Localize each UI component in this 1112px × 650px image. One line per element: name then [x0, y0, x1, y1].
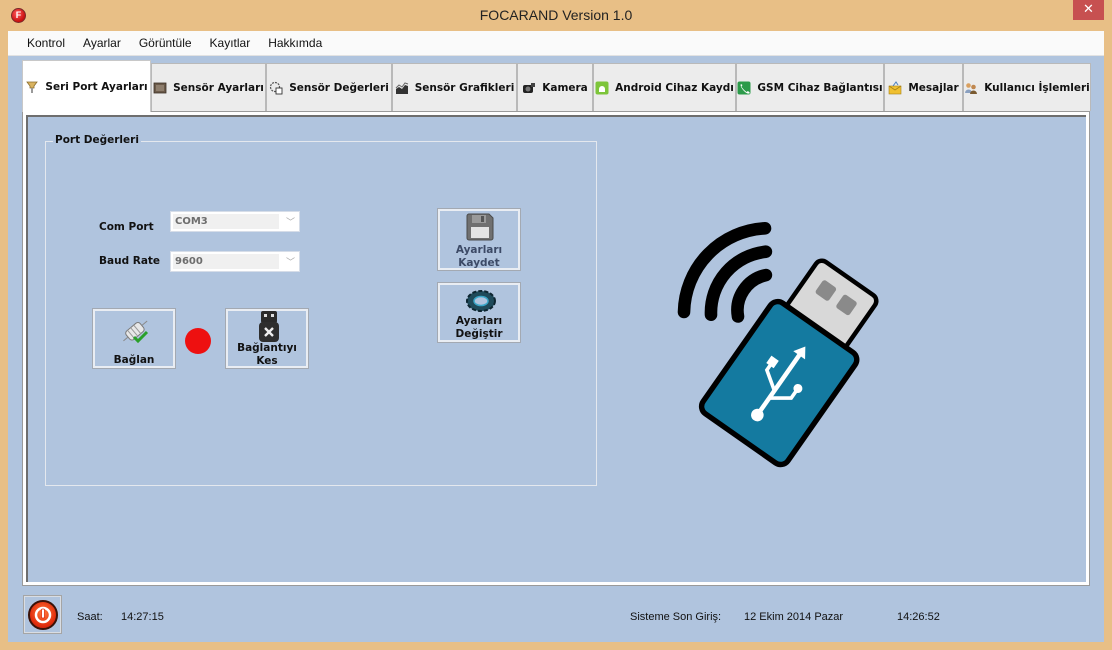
com-port-select[interactable]: COM3 ﹀ — [170, 211, 300, 232]
chevron-down-icon[interactable]: ﹀ — [286, 255, 295, 268]
window-title: FOCARAND Version 1.0 — [479, 7, 633, 23]
baud-rate-label: Baud Rate — [99, 255, 161, 267]
change-label-line1: Ayarları — [455, 315, 503, 327]
menu-hakkimda[interactable]: Hakkımda — [259, 31, 331, 56]
tab-label: Kullanıcı İşlemleri — [984, 81, 1090, 94]
power-icon — [28, 600, 58, 630]
users-icon — [964, 81, 978, 95]
disconnect-label-line2: Kes — [256, 355, 278, 367]
serial-port-icon — [25, 80, 39, 94]
change-settings-button[interactable]: Ayarları Değiştir — [437, 282, 521, 343]
tab-label: Kamera — [542, 81, 588, 94]
menu-bar: Kontrol Ayarlar Görüntüle Kayıtlar Hakkı… — [8, 31, 1104, 56]
tab-label: GSM Cihaz Bağlantısı — [757, 81, 883, 94]
tab-label: Sensör Grafikleri — [414, 81, 515, 94]
baud-rate-select[interactable]: 9600 ﹀ — [170, 251, 300, 272]
tab-label: Sensör Ayarları — [173, 81, 264, 94]
connect-button[interactable]: Bağlan — [92, 308, 176, 369]
tab-label: Android Cihaz Kaydı — [615, 81, 734, 94]
menu-goruntule[interactable]: Görüntüle — [130, 31, 201, 56]
tab-sensor-grafikleri[interactable]: Sensör Grafikleri — [392, 63, 517, 111]
disconnect-button[interactable]: Bağlantıyı Kes — [225, 308, 309, 369]
tab-gsm-cihaz-baglantisi[interactable]: GSM Cihaz Bağlantısı — [736, 63, 884, 111]
tab-page-content: Port Değerleri Com Port COM3 ﹀ Baud Rate… — [26, 115, 1086, 582]
baud-rate-value: 9600 — [173, 254, 279, 269]
tab-strip: Seri Port Ayarları Sensör Ayarları Sensö… — [22, 60, 1094, 112]
gear-icon — [466, 290, 496, 312]
tab-seri-port-ayarlari[interactable]: Seri Port Ayarları — [22, 60, 151, 112]
usb-disconnect-icon — [259, 311, 279, 342]
com-port-value: COM3 — [173, 214, 279, 229]
usb-stick-icon — [698, 258, 879, 468]
camera-icon — [522, 81, 536, 95]
connect-plug-icon — [123, 320, 149, 344]
title-bar: F FOCARAND Version 1.0 ✕ — [0, 0, 1112, 32]
tab-kullanici-islemleri[interactable]: Kullanıcı İşlemleri — [963, 63, 1091, 111]
sensor-values-icon — [269, 81, 283, 95]
chevron-down-icon[interactable]: ﹀ — [286, 215, 295, 228]
port-values-group: Port Değerleri Com Port COM3 ﹀ Baud Rate… — [45, 134, 597, 486]
tab-label: Seri Port Ayarları — [45, 80, 148, 93]
tab-page-seri-port: Port Değerleri Com Port COM3 ﹀ Baud Rate… — [22, 111, 1090, 586]
close-button[interactable]: ✕ — [1073, 0, 1104, 20]
menu-kontrol[interactable]: Kontrol — [18, 31, 74, 56]
tab-kamera[interactable]: Kamera — [517, 63, 593, 111]
power-button[interactable] — [23, 595, 62, 634]
tab-sensor-degerleri[interactable]: Sensör Değerleri — [266, 63, 392, 111]
com-port-label: Com Port — [99, 221, 154, 233]
chart-icon — [395, 81, 409, 95]
group-title: Port Değerleri — [53, 134, 141, 146]
change-label-line2: Değiştir — [455, 328, 503, 340]
disconnect-label-line1: Bağlantıyı — [237, 342, 297, 354]
android-icon — [595, 81, 609, 95]
save-label-line2: Kaydet — [458, 257, 500, 269]
message-icon — [888, 80, 902, 95]
time-label: Saat: — [77, 611, 103, 623]
wireless-usb-illustration — [677, 222, 879, 468]
tab-label: Mesajlar — [908, 81, 959, 94]
tab-mesajlar[interactable]: Mesajlar — [884, 63, 963, 111]
save-label-line1: Ayarları — [455, 244, 503, 256]
save-settings-button[interactable]: Ayarları Kaydet — [437, 208, 521, 271]
tab-sensor-ayarlari[interactable]: Sensör Ayarları — [151, 63, 266, 111]
menu-kayitlar[interactable]: Kayıtlar — [201, 31, 260, 56]
menu-ayarlar[interactable]: Ayarlar — [74, 31, 130, 56]
tab-android-cihaz-kaydi[interactable]: Android Cihaz Kaydı — [593, 63, 736, 111]
last-login-label: Sisteme Son Giriş: — [630, 611, 722, 623]
client-area: Kontrol Ayarlar Görüntüle Kayıtlar Hakkı… — [8, 31, 1104, 642]
sensor-chip-icon — [153, 81, 167, 95]
tab-label: Sensör Değerleri — [289, 81, 389, 94]
connection-status-indicator — [185, 328, 211, 354]
time-value: 14:27:15 — [121, 611, 164, 623]
last-login-time: 14:26:52 — [897, 611, 940, 623]
last-login-date: 12 Ekim 2014 Pazar — [744, 611, 844, 623]
phone-icon — [737, 81, 751, 95]
connect-label: Bağlan — [113, 354, 155, 366]
floppy-disk-icon — [466, 213, 494, 241]
wireless-signal-icon — [677, 222, 773, 323]
